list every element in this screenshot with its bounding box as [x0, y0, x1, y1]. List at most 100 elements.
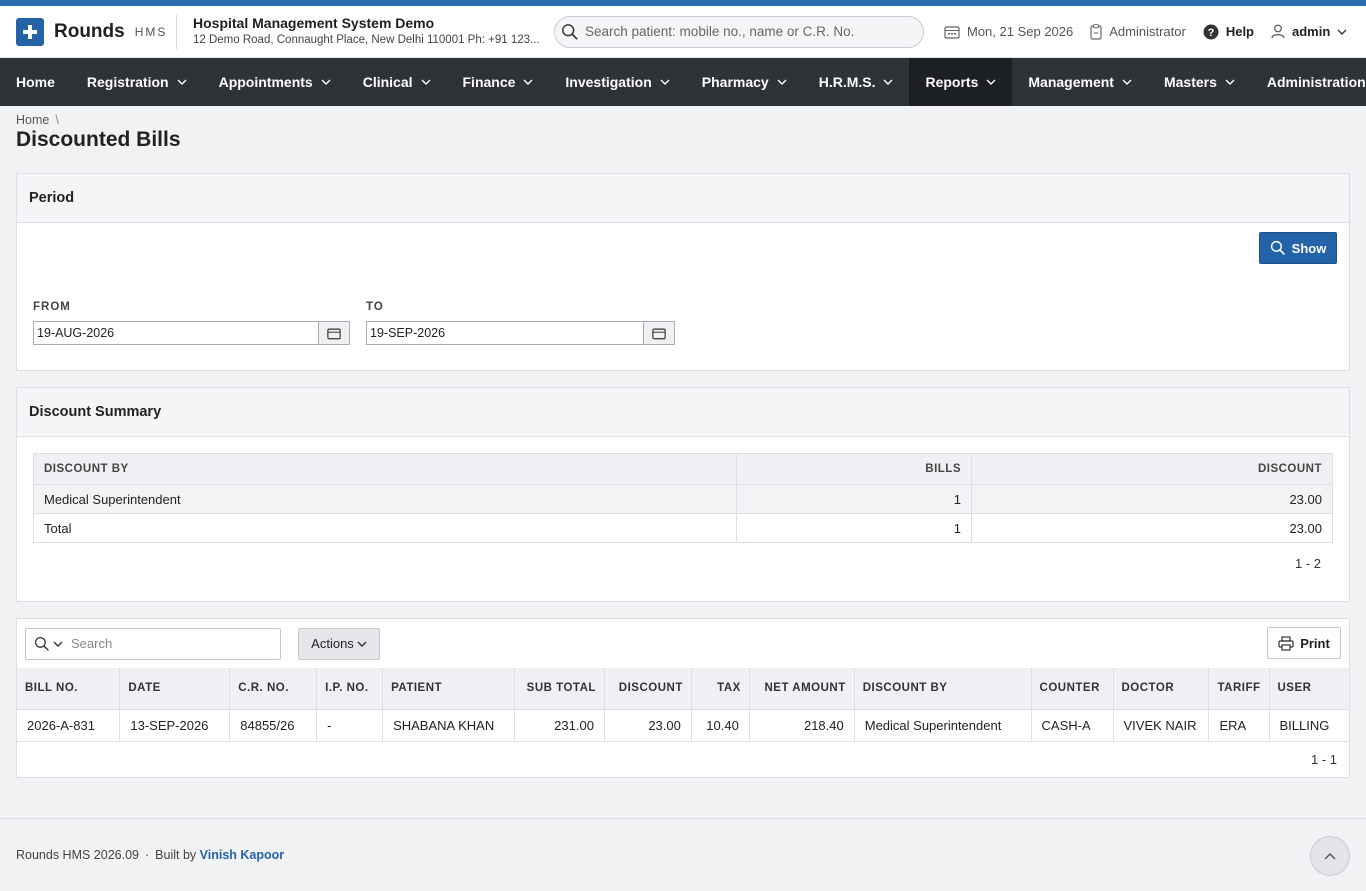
nav-item-finance[interactable]: Finance	[447, 58, 550, 106]
actions-label: Actions	[311, 636, 354, 651]
show-button[interactable]: Show	[1259, 232, 1337, 264]
to-date-picker[interactable]	[644, 321, 675, 345]
chevron-down-icon	[177, 79, 187, 85]
hospital-address: 12 Demo Road, Connaught Place, New Delhi…	[193, 33, 540, 46]
header-date-text: Mon, 21 Sep 2026	[967, 24, 1074, 39]
search-icon	[34, 636, 49, 651]
nav-item-reports[interactable]: Reports	[909, 58, 1013, 106]
nav-item-home[interactable]: Home	[0, 58, 71, 106]
table-row[interactable]: Medical Superintendent 1 23.00	[33, 484, 1333, 514]
bills-col-discount-by[interactable]: DISCOUNT BY	[854, 668, 1032, 710]
breadcrumb-home[interactable]: Home	[16, 113, 49, 127]
bills-col-tariff[interactable]: TARIFF	[1208, 668, 1270, 710]
bills-cell: 23.00	[604, 709, 692, 742]
calendar-icon	[944, 25, 960, 39]
bills-col-user[interactable]: USER	[1269, 668, 1349, 710]
user-icon	[1271, 24, 1285, 39]
table-row[interactable]: 2026-A-831 13-SEP-2026 84855/26- SHABANA KH…	[17, 709, 1349, 742]
period-title: Period	[17, 174, 1349, 223]
chevron-down-icon	[523, 79, 533, 85]
show-label: Show	[1291, 240, 1327, 256]
bills-cell: 13-SEP-2026	[119, 709, 231, 742]
from-date-picker[interactable]	[319, 321, 350, 345]
bills-col-discount[interactable]: DISCOUNT	[604, 668, 692, 710]
footer: Rounds HMS 2026.09 · Built by Vinish Kapoo…	[0, 818, 1366, 891]
nav-item-pharmacy[interactable]: Pharmacy	[686, 58, 803, 106]
bills-col-c-r-no[interactable]: C.R. NO.	[229, 668, 318, 710]
bills-cell: -	[316, 709, 384, 742]
chevron-down-icon	[777, 79, 787, 85]
nav-item-registration[interactable]: Registration	[71, 58, 203, 106]
bills-col-sub-total[interactable]: SUB TOTAL	[514, 668, 605, 710]
summary-table: DISCOUNT BY BILLS DISCOUNT Medical Super…	[33, 453, 1333, 543]
chevron-down-icon	[660, 79, 670, 85]
brand[interactable]: Rounds HMS	[0, 17, 176, 46]
help-link[interactable]: ? Help	[1203, 24, 1254, 40]
grid-search[interactable]	[25, 627, 281, 660]
bills-col-net-amount[interactable]: NET AMOUNT	[749, 668, 855, 710]
patient-search[interactable]	[554, 15, 924, 48]
actions-button[interactable]: Actions	[298, 627, 380, 660]
nav-item-label: Administration	[1266, 74, 1366, 90]
summary-col-discount[interactable]: DISCOUNT	[971, 453, 1333, 485]
nav-item-appointments[interactable]: Appointments	[203, 58, 347, 106]
print-button[interactable]: Print	[1267, 627, 1341, 659]
summary-col-discount-by[interactable]: DISCOUNT BY	[33, 453, 737, 485]
nav-item-management[interactable]: Management	[1012, 58, 1148, 106]
chevron-down-icon	[1122, 79, 1132, 85]
bills-cell: 231.00	[514, 709, 605, 742]
breadcrumb-separator: \	[55, 113, 59, 127]
bills-col-doctor[interactable]: DOCTOR	[1113, 668, 1210, 710]
bills-col-bill-no[interactable]: BILL NO.	[17, 668, 121, 710]
header-role[interactable]: Administrator	[1090, 23, 1186, 40]
scroll-to-top-button[interactable]	[1310, 836, 1350, 876]
to-date-input[interactable]	[366, 321, 644, 345]
nav-item-clinical[interactable]: Clinical	[347, 58, 447, 106]
bills-col-date[interactable]: DATE	[119, 668, 231, 710]
table-row[interactable]: Total 1 23.00	[33, 513, 1333, 543]
bills-cell: VIVEK NAIR	[1113, 709, 1210, 742]
footer-text: Rounds HMS 2026.09 · Built by Vinish Kapoo…	[16, 848, 285, 862]
chevron-down-icon	[421, 79, 430, 85]
nav-item-h-r-m-s[interactable]: H.R.M.S.	[803, 58, 910, 106]
help-label: Help	[1225, 24, 1254, 39]
brand-logo-icon	[16, 17, 44, 46]
nav-item-masters[interactable]: Masters	[1148, 58, 1251, 106]
header-role-text: Administrator	[1109, 24, 1186, 39]
chevron-down-icon[interactable]	[53, 641, 63, 647]
footer-author-link[interactable]: Vinish Kapoor	[200, 848, 285, 862]
grid-search-input[interactable]	[71, 636, 271, 651]
bills-cell: 84855/26	[229, 709, 318, 742]
summary-cell: 1	[736, 513, 972, 543]
bills-panel: Actions Print BILL NO.DATEC.R. NO.I.P. N…	[16, 618, 1350, 778]
user-menu[interactable]: admin	[1271, 24, 1347, 39]
nav-item-administration[interactable]: Administration	[1251, 58, 1366, 106]
nav-item-label: Home	[16, 74, 55, 90]
chevron-up-icon	[1324, 852, 1336, 860]
patient-search-input[interactable]	[585, 24, 915, 39]
bills-cell: 10.40	[691, 709, 750, 742]
summary-title: Discount Summary	[17, 388, 1349, 437]
bills-table: BILL NO. DATE C.R. NO. I.P. NO. PATIENT SUB T…	[17, 668, 1349, 742]
chevron-down-icon	[986, 79, 996, 85]
bills-col-patient[interactable]: PATIENT	[382, 668, 515, 710]
bills-col-i-p-no[interactable]: I.P. NO.	[316, 668, 384, 710]
from-label: FROM	[33, 301, 71, 313]
bills-col-tax[interactable]: TAX	[691, 668, 750, 710]
nav-item-label: Investigation	[565, 74, 652, 90]
footer-product: Rounds HMS 2026.09	[16, 848, 139, 862]
from-date-input[interactable]	[33, 321, 319, 345]
grid-toolbar: Actions Print	[17, 619, 1349, 668]
hospital-info: Hospital Management System Demo 12 Demo …	[176, 14, 544, 49]
calendar-icon	[652, 328, 666, 339]
breadcrumb: Home \	[0, 106, 1366, 127]
summary-cell: 1	[736, 484, 972, 514]
nav-item-investigation[interactable]: Investigation	[549, 58, 685, 106]
chevron-down-icon	[883, 79, 893, 85]
search-icon	[562, 23, 578, 40]
bills-col-counter[interactable]: COUNTER	[1031, 668, 1114, 710]
summary-col-bills[interactable]: BILLS	[736, 453, 972, 485]
main-nav: Home Registration Appointments Clinical Fina…	[0, 58, 1366, 106]
nav-item-label: Finance	[462, 74, 516, 90]
nav-item-label: Reports	[925, 74, 979, 90]
